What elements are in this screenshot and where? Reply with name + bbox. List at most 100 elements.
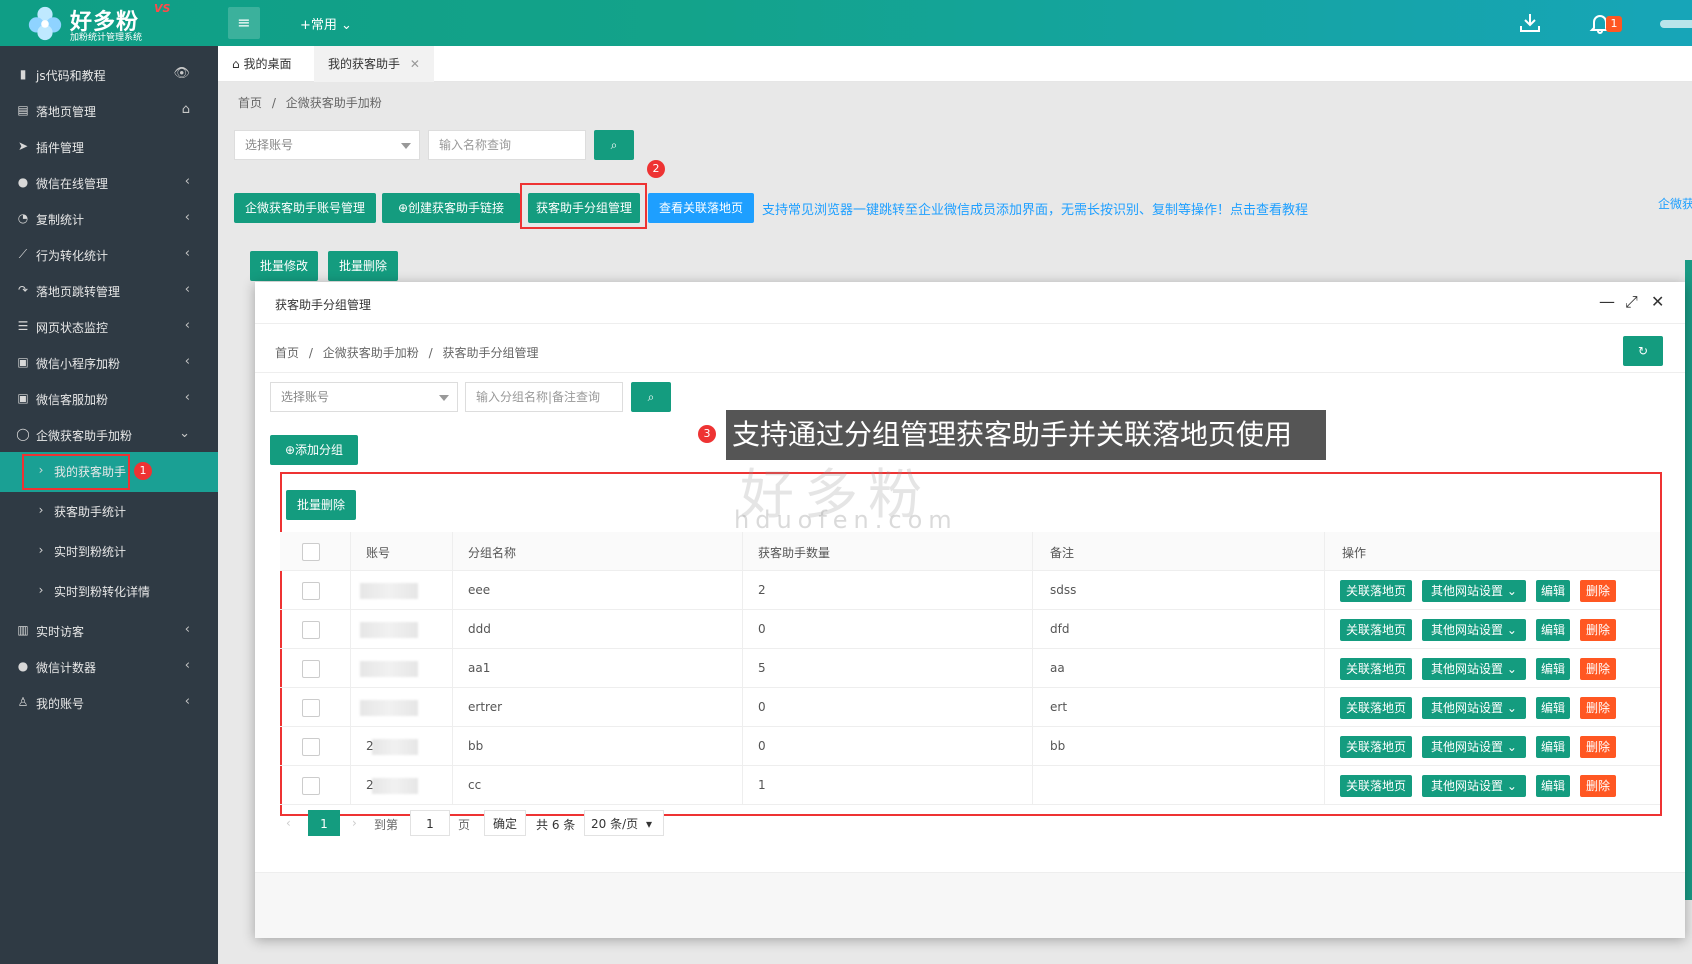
account-select[interactable]: 选择账号 [234, 130, 420, 160]
name-search-input[interactable]: 输入名称查询 [428, 130, 586, 160]
account-blurred [360, 622, 418, 638]
common-menu[interactable]: +常用 ⌄ [300, 14, 352, 33]
row-checkbox[interactable] [302, 738, 320, 756]
column-divider [1032, 649, 1033, 688]
other-settings-button[interactable]: 其他网站设置 ⌄ [1422, 697, 1526, 719]
other-settings-button[interactable]: 其他网站设置 ⌄ [1422, 619, 1526, 641]
row-checkbox[interactable] [302, 660, 320, 678]
sidebar-item-account[interactable]: ♙ 我的账号 ‹ [0, 684, 218, 720]
maximize-icon[interactable]: ⤢ [1625, 292, 1638, 312]
select-all-checkbox[interactable] [302, 543, 320, 561]
sidebar-item-landing[interactable]: ▤ 落地页管理 ⌂ [0, 92, 218, 128]
sidebar-item-copy-stats[interactable]: ◔ 复制统计 ‹ [0, 200, 218, 236]
other-settings-button[interactable]: 其他网站设置 ⌄ [1422, 736, 1526, 758]
add-group-button[interactable]: ⊕添加分组 [270, 435, 358, 465]
sidebar-item-behavior[interactable]: ⟋ 行为转化统计 ‹ [0, 236, 218, 272]
delete-button[interactable]: 删除 [1580, 658, 1616, 680]
menu-toggle-button[interactable]: ≡ [228, 7, 260, 39]
group-search-input[interactable]: 输入分组名称|备注查询 [465, 382, 623, 412]
row-checkbox[interactable] [302, 699, 320, 717]
breadcrumb-mid[interactable]: 企微获客助手加粉 [323, 346, 419, 360]
modal-account-select[interactable]: 选择账号 [270, 382, 458, 412]
sidebar-item-label: 实时到粉统计 [54, 545, 127, 559]
delete-button[interactable]: 删除 [1580, 736, 1616, 758]
sidebar-item-miniprogram[interactable]: ▣ 微信小程序加粉 ‹ [0, 344, 218, 380]
goto-confirm-button[interactable]: 确定 [484, 810, 526, 836]
page-current[interactable]: 1 [308, 810, 340, 836]
link-landing-button[interactable]: 关联落地页 [1340, 580, 1412, 602]
tab-desktop[interactable]: ⌂ 我的桌面 [218, 46, 305, 82]
breadcrumb-separator: / [308, 346, 313, 360]
page-input[interactable]: 1 [410, 810, 450, 836]
edit-button[interactable]: 编辑 [1536, 736, 1570, 758]
sidebar-subitem-assistant-stats[interactable]: › 获客助手统计 [0, 492, 218, 532]
account-manage-button[interactable]: 企微获客助手账号管理 [234, 193, 376, 223]
row-checkbox[interactable] [302, 582, 320, 600]
next-page-icon[interactable]: › [352, 816, 357, 830]
batch-delete-button-bg[interactable]: 批量删除 [328, 251, 398, 281]
sidebar-subitem-realtime-detail[interactable]: › 实时到粉转化详情 [0, 572, 218, 612]
delete-button[interactable]: 删除 [1580, 775, 1616, 797]
sidebar-item-wechat-online[interactable]: ● 微信在线管理 ‹ [0, 164, 218, 200]
link-landing-button[interactable]: 关联落地页 [1340, 775, 1412, 797]
sidebar-item-monitor[interactable]: ☰ 网页状态监控 ‹ [0, 308, 218, 344]
sidebar-item-jump[interactable]: ↷ 落地页跳转管理 ‹ [0, 272, 218, 308]
logo[interactable]: 好多粉 加粉统计管理系统 VS [26, 2, 216, 44]
sidebar-item-kefu[interactable]: ▣ 微信客服加粉 ‹ [0, 380, 218, 416]
other-settings-button[interactable]: 其他网站设置 ⌄ [1422, 580, 1526, 602]
close-icon[interactable]: ✕ [410, 57, 420, 71]
other-settings-button[interactable]: 其他网站设置 ⌄ [1422, 658, 1526, 680]
chevron-left-icon: ‹ [184, 694, 190, 709]
chevron-down-icon: ⌄ [1506, 662, 1517, 676]
tutorial-link[interactable]: 支持常见浏览器一键跳转至企业微信成员添加界面，无需长按识别、复制等操作！点击查看… [762, 199, 1308, 218]
delete-button[interactable]: 删除 [1580, 619, 1616, 641]
edit-button[interactable]: 编辑 [1536, 619, 1570, 641]
download-icon[interactable] [1518, 12, 1542, 34]
breadcrumb-home[interactable]: 首页 [238, 96, 262, 110]
view-landing-button[interactable]: 查看关联落地页 [648, 193, 754, 223]
modal-search-button[interactable]: ⌕ [631, 382, 671, 412]
account-blurred [360, 700, 418, 716]
edit-button[interactable]: 编辑 [1536, 580, 1570, 602]
refresh-button[interactable]: ↻ [1623, 336, 1663, 366]
page-size-select[interactable]: 20 条/页 ▾ [584, 810, 664, 836]
prev-page-icon[interactable]: ‹ [286, 816, 291, 830]
edit-button[interactable]: 编辑 [1536, 775, 1570, 797]
edit-button[interactable]: 编辑 [1536, 658, 1570, 680]
other-settings-button[interactable]: 其他网站设置 ⌄ [1422, 775, 1526, 797]
sidebar-item-label: 我的账号 [36, 697, 85, 711]
link-landing-button[interactable]: 关联落地页 [1340, 619, 1412, 641]
logo-flower-icon [28, 6, 62, 41]
tab-my-assistant[interactable]: 我的获客助手 ✕ [314, 46, 434, 82]
delete-button[interactable]: 删除 [1580, 580, 1616, 602]
group-manage-button[interactable]: 获客助手分组管理 [528, 193, 640, 223]
breadcrumb-home[interactable]: 首页 [275, 346, 299, 360]
link-landing-button[interactable]: 关联落地页 [1340, 736, 1412, 758]
sidebar-item-js-code[interactable]: ▮ js代码和教程 👁 [0, 56, 218, 92]
column-divider [1032, 727, 1033, 766]
row-checkbox[interactable] [302, 621, 320, 639]
modal-batch-delete-button[interactable]: 批量删除 [286, 490, 356, 520]
create-link-button[interactable]: ⊕创建获客助手链接 [382, 193, 520, 223]
close-icon[interactable]: ✕ [1651, 292, 1664, 311]
link-landing-button[interactable]: 关联落地页 [1340, 697, 1412, 719]
search-button[interactable]: ⌕ [594, 130, 634, 160]
sidebar-item-qiwei[interactable]: ◯ 企微获客助手加粉 ⌄ [0, 416, 218, 452]
minimize-icon[interactable]: — [1599, 292, 1615, 311]
chevron-left-icon: ‹ [184, 318, 190, 333]
sidebar-item-plugin[interactable]: ➤ 插件管理 [0, 128, 218, 164]
link-landing-button[interactable]: 关联落地页 [1340, 658, 1412, 680]
batch-edit-button[interactable]: 批量修改 [250, 251, 318, 281]
sidebar-item-visitors[interactable]: ▥ 实时访客 ‹ [0, 612, 218, 648]
column-divider [350, 688, 351, 727]
right-edge-link[interactable]: 企微获 [1658, 195, 1692, 212]
sidebar-item-counter[interactable]: ● 微信计数器 ‹ [0, 648, 218, 684]
delete-button[interactable]: 删除 [1580, 697, 1616, 719]
edit-button[interactable]: 编辑 [1536, 697, 1570, 719]
row-checkbox[interactable] [302, 777, 320, 795]
sidebar-subitem-realtime-stats[interactable]: › 实时到粉统计 [0, 532, 218, 572]
modal-header: 获客助手分组管理 — ⤢ ✕ [255, 282, 1685, 324]
cell-group: bb [468, 739, 484, 753]
sidebar-subitem-my-assistant[interactable]: › 我的获客助手 [0, 452, 218, 492]
user-menu[interactable] [1660, 20, 1692, 28]
